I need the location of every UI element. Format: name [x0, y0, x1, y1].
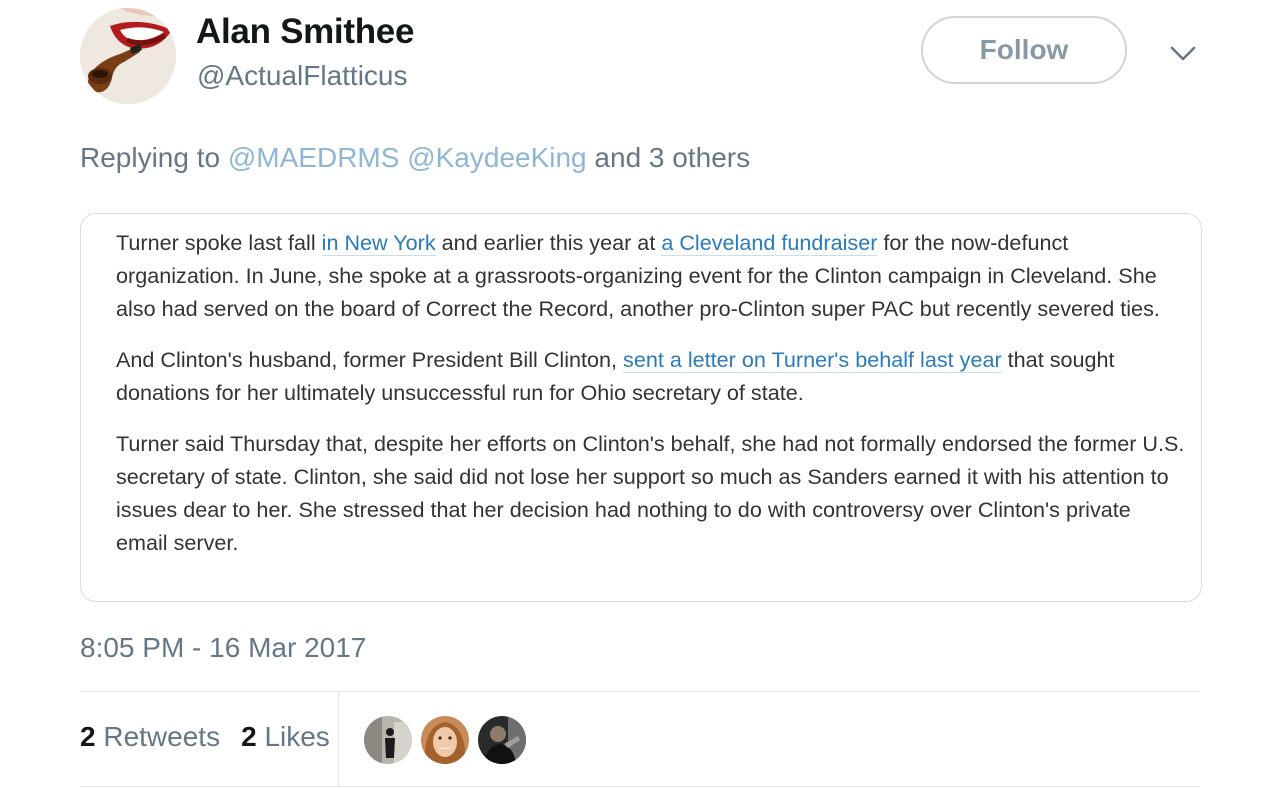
liker-avatar-2[interactable] [421, 716, 469, 764]
excerpt-link-letter: sent a letter on Turner's behalf last ye… [623, 347, 1002, 373]
liker-avatar-3[interactable] [478, 716, 526, 764]
retweets-count: 2 [80, 721, 96, 752]
replying-others[interactable]: and 3 others [594, 142, 750, 173]
divider-bottom [80, 786, 1200, 787]
excerpt-p3-text-1: Turner said Thursday that, despite her e… [116, 431, 1185, 555]
retweets-label: Retweets [103, 721, 221, 752]
stats-separator [338, 692, 339, 786]
excerpt-p1-text-1: Turner spoke last fall [116, 230, 322, 255]
divider-top [80, 691, 1200, 692]
liker-avatar-1[interactable] [364, 716, 412, 764]
user-avatar[interactable] [80, 8, 176, 104]
silhouette-avatar-icon [364, 716, 412, 764]
likers-avatars [364, 716, 526, 764]
attached-article-excerpt-image[interactable]: Turner spoke last fall in New York and e… [80, 213, 1202, 602]
replying-to-line: Replying to @MAEDRMS @KaydeeKing and 3 o… [80, 142, 750, 174]
tweet-menu-caret[interactable] [1164, 38, 1202, 70]
excerpt-paragraph-2: And Clinton's husband, former President … [116, 343, 1187, 409]
likes-stat[interactable]: 2 Likes [241, 721, 330, 753]
retweets-stat[interactable]: 2 Retweets [80, 721, 220, 753]
excerpt-paragraph-3: Turner said Thursday that, despite her e… [116, 427, 1187, 559]
user-display-name[interactable]: Alan Smithee [196, 12, 414, 52]
pipe-smoking-mouth-icon [80, 8, 176, 104]
reply-mention-kaydeeking[interactable]: @KaydeeKing [407, 142, 586, 173]
reply-mention-maedrms[interactable]: @MAEDRMS [228, 142, 400, 173]
replying-prefix: Replying to [80, 142, 221, 173]
likes-label: Likes [264, 721, 330, 752]
woman-avatar-icon [421, 716, 469, 764]
tweet-timestamp[interactable]: 8:05 PM - 16 Mar 2017 [80, 632, 366, 664]
excerpt-p1-text-2: and earlier this year at [435, 230, 662, 255]
excerpt-paragraph-1: Turner spoke last fall in New York and e… [116, 226, 1187, 325]
tweet-stats: 2 Retweets 2 Likes [80, 721, 330, 753]
follow-button[interactable]: Follow [921, 16, 1127, 84]
excerpt-link-cleveland-fundraiser: a Cleveland fundraiser [661, 230, 878, 256]
user-handle[interactable]: @ActualFlatticus [197, 60, 408, 92]
likes-count: 2 [241, 721, 257, 752]
excerpt-link-new-york: in New York [321, 230, 436, 256]
chevron-down-icon [1170, 46, 1196, 61]
excerpt-p2-text-1: And Clinton's husband, former President … [116, 347, 624, 372]
dark-avatar-icon [478, 716, 526, 764]
